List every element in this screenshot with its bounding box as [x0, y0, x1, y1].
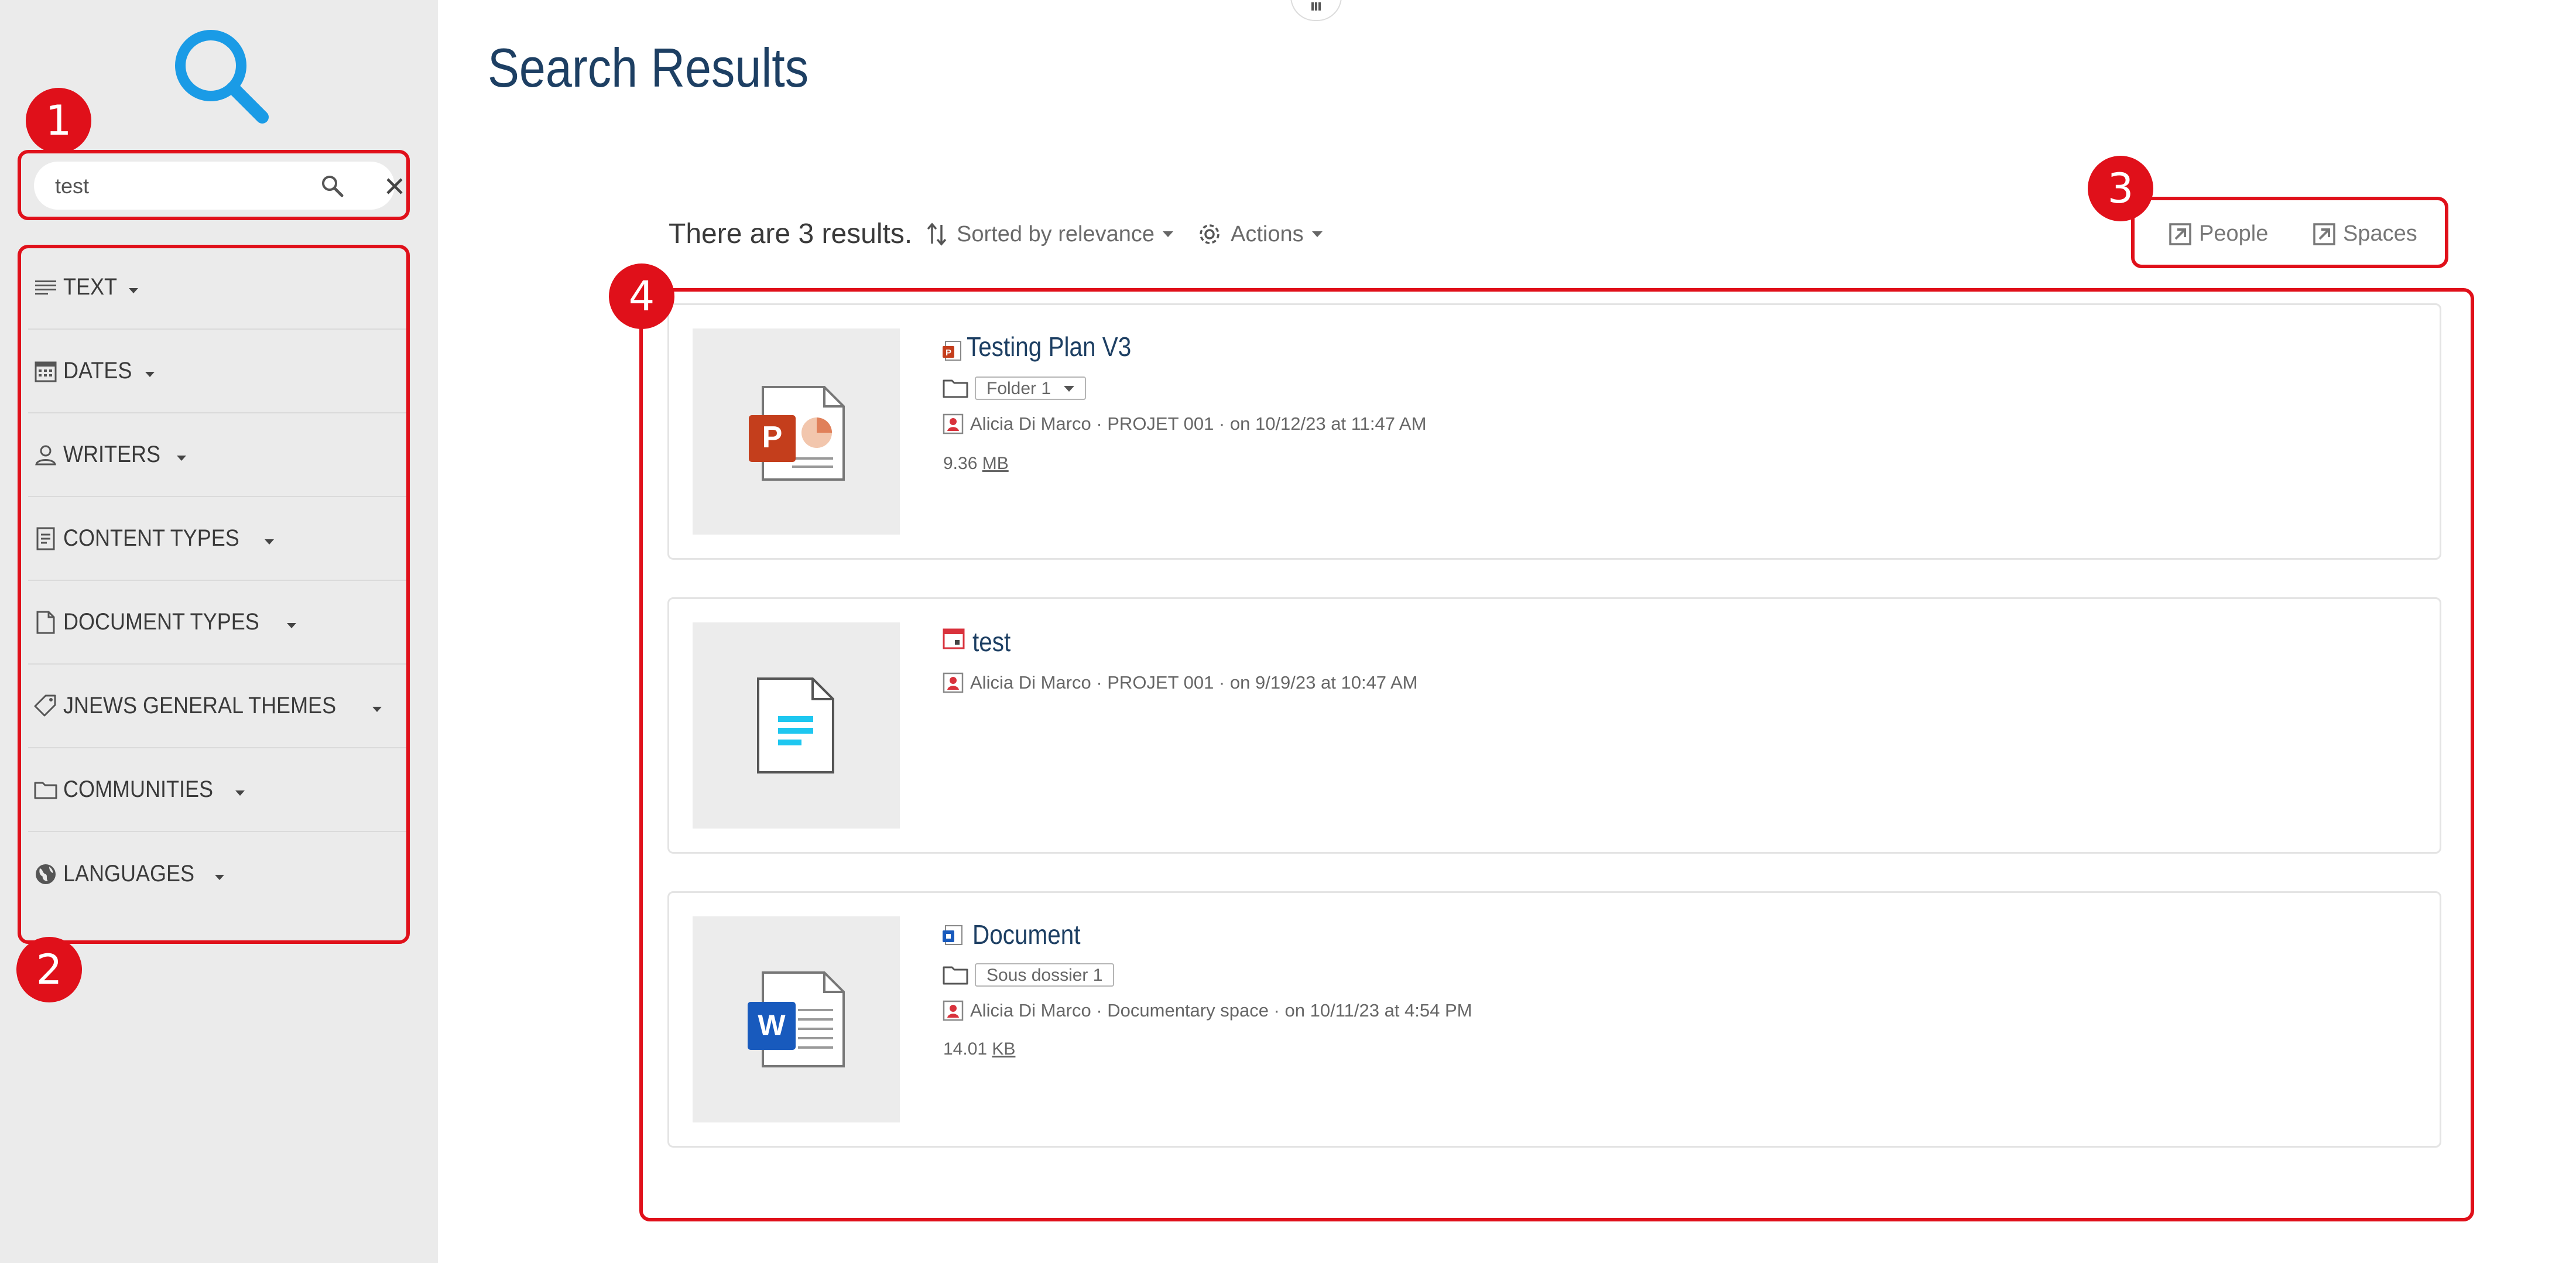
gear-icon: [1200, 224, 1220, 244]
annotation-badge: 3: [2088, 156, 2153, 221]
annotation-badge: 4: [609, 263, 674, 329]
chevron-down-icon: [1162, 231, 1173, 237]
annotation-box-facets: [18, 245, 410, 944]
search-logo-icon: [175, 30, 269, 124]
sort-label: Sorted by relevance: [957, 221, 1155, 247]
actions-dropdown[interactable]: Actions: [1197, 221, 1323, 247]
sort-dropdown[interactable]: Sorted by relevance: [925, 221, 1173, 247]
results-count: There are 3 results.: [669, 218, 913, 249]
annotation-badge: 2: [16, 937, 82, 1002]
actions-label: Actions: [1231, 221, 1304, 247]
annotation-box-results: [639, 288, 2474, 1221]
chevron-down-icon: [1311, 231, 1323, 237]
collapse-handle[interactable]: [1290, 0, 1342, 21]
page-title: Search Results: [488, 37, 809, 98]
sort-icon: [927, 223, 947, 246]
annotation-box-scope-links: [2131, 197, 2448, 268]
annotation-box-search: [18, 150, 410, 220]
grip-icon: [1311, 2, 1321, 11]
annotation-badge: 1: [26, 88, 91, 153]
